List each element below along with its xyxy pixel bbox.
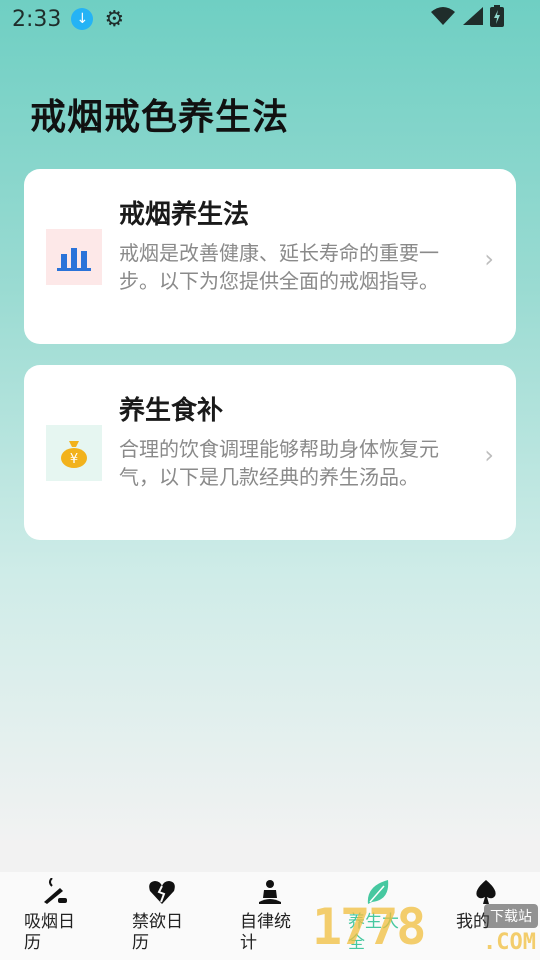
chevron-right-icon: › [484, 441, 494, 469]
watermark-logo: 1778 下载站 .COM [312, 898, 540, 960]
gear-icon: ⚙ [104, 6, 125, 32]
svg-text:¥: ¥ [70, 452, 78, 467]
signal-icon [463, 7, 483, 25]
nav-item-smoking-calendar[interactable]: 吸烟日历 [0, 872, 108, 960]
nav-item-abstinence-calendar[interactable]: 禁欲日历 [108, 872, 216, 960]
nav-item-discipline-stats[interactable]: 自律统计 [216, 872, 324, 960]
watermark-number: 1778 [312, 898, 426, 956]
bar-chart-icon [46, 229, 102, 285]
wifi-icon [431, 7, 455, 25]
money-bag-icon: ¥ [46, 425, 102, 481]
card-description: 合理的饮食调理能够帮助身体恢复元气，以下是几款经典的养生汤品。 [119, 437, 439, 489]
battery-icon [490, 5, 504, 27]
download-icon: ↓ [71, 8, 94, 30]
nav-label: 禁欲日历 [132, 912, 183, 953]
nav-label: 吸烟日历 [24, 912, 75, 953]
status-indicators [430, 5, 504, 27]
status-bar: 2:33 ↓ ⚙ [0, 0, 540, 38]
card-quit-smoking[interactable]: 戒烟养生法 戒烟是改善健康、延长寿命的重要一步。以下为您提供全面的戒烟指导。 › [24, 169, 516, 344]
nav-label: 自律统计 [240, 912, 291, 953]
broken-heart-icon [148, 878, 176, 906]
status-time: 2:33 [12, 6, 62, 32]
card-title: 养生食补 [119, 396, 224, 426]
watermark-tag: 下载站 [484, 904, 538, 928]
card-description: 戒烟是改善健康、延长寿命的重要一步。以下为您提供全面的戒烟指导。 [119, 241, 439, 293]
page-title: 戒烟戒色养生法 [30, 97, 290, 138]
chevron-right-icon: › [484, 245, 494, 273]
smoking-icon [40, 878, 68, 906]
card-diet-therapy[interactable]: ¥ 养生食补 合理的饮食调理能够帮助身体恢复元气，以下是几款经典的养生汤品。 › [24, 365, 516, 540]
meditation-icon [256, 878, 284, 906]
watermark-domain: .COM [483, 930, 536, 955]
card-title: 戒烟养生法 [119, 200, 250, 230]
